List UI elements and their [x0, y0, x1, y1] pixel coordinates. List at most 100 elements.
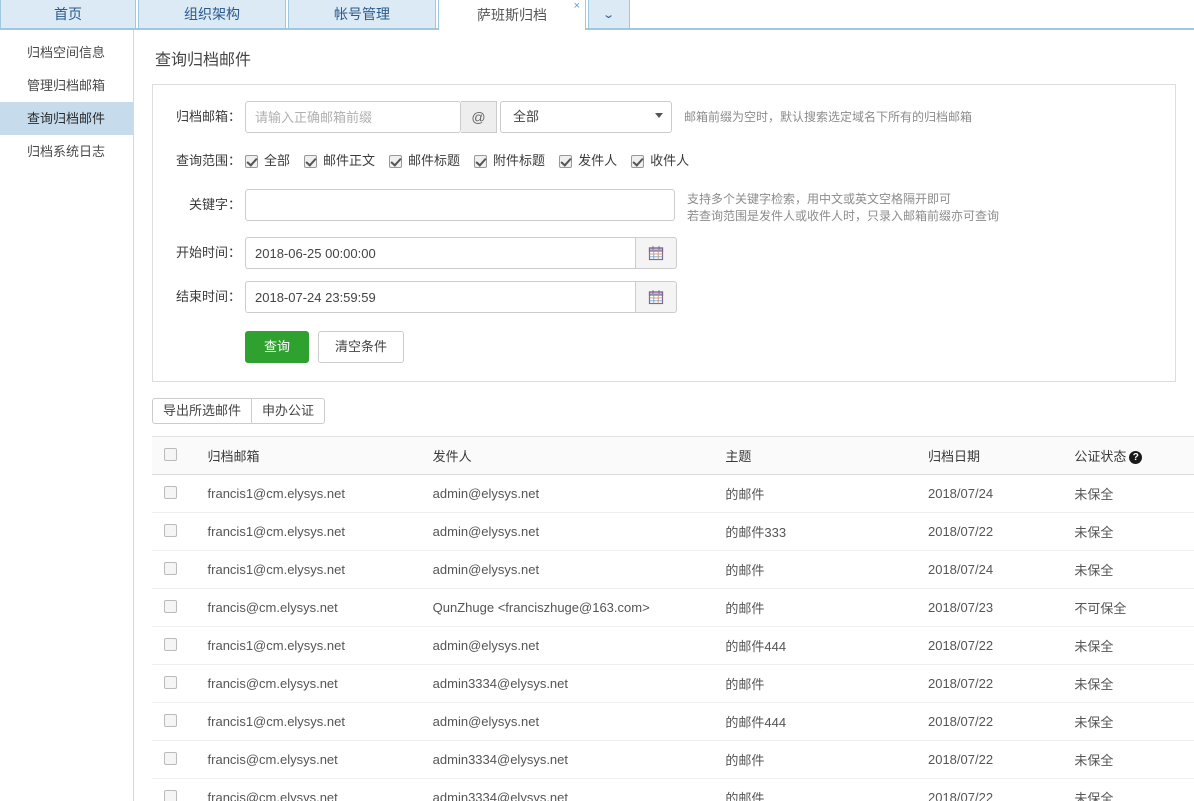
cell-subject: 的邮件	[719, 740, 922, 779]
column-header-date[interactable]: 归档日期	[921, 436, 1069, 475]
cell-date: 2018/07/22	[921, 626, 1069, 665]
tab-3[interactable]: 帐号管理	[288, 0, 436, 28]
table-toolbar: 导出所选邮件 申办公证	[152, 398, 1194, 424]
scope-row: 查询范围： 全部 邮件正文 邮件标题 附件标题 发件人 收件人	[153, 145, 1175, 177]
cell-subject: 的邮件	[719, 550, 922, 589]
row-select-cell	[152, 588, 202, 627]
checkbox-icon[interactable]	[559, 154, 573, 168]
row-checkbox[interactable]	[164, 789, 177, 801]
sidebar-item-2[interactable]: 管理归档邮箱	[0, 69, 133, 102]
scope-label: 查询范围：	[175, 153, 241, 168]
chevron-down-icon: ⌄	[602, 9, 616, 21]
scope-checkbox-4[interactable]: 附件标题	[474, 145, 545, 177]
scope-checkbox-5[interactable]: 发件人	[559, 145, 617, 177]
row-checkbox[interactable]	[164, 751, 177, 765]
cell-subject: 的邮件	[719, 588, 922, 627]
keyword-row: 关键字： 支持多个关键字检索，用中文或英文空格隔开即可 若查询范围是发件人或收件…	[153, 189, 1175, 225]
start-time-label: 开始时间：	[175, 245, 241, 260]
query-submit-button[interactable]: 查询	[245, 331, 310, 363]
keyword-input[interactable]	[245, 189, 675, 221]
cell-status: 未保全	[1068, 740, 1194, 779]
domain-select-wrapper: 全部	[497, 101, 672, 133]
column-header-status[interactable]: 公证状态?	[1068, 436, 1194, 475]
cell-mailbox: francis1@cm.elysys.net	[201, 550, 427, 589]
cell-date: 2018/07/23	[921, 588, 1069, 627]
table-row[interactable]: francis1@cm.elysys.net admin@elysys.net 的邮…	[152, 702, 1194, 741]
close-icon[interactable]: ×	[574, 0, 580, 12]
cell-date: 2018/07/22	[921, 512, 1069, 551]
mailbox-prefix-input[interactable]	[245, 101, 461, 133]
cell-status: 未保全	[1068, 778, 1194, 801]
row-select-cell	[152, 740, 202, 779]
row-select-cell	[152, 550, 202, 589]
row-checkbox[interactable]	[164, 523, 177, 537]
sidebar-item-4[interactable]: 归档系统日志	[0, 135, 133, 168]
row-checkbox[interactable]	[164, 485, 177, 499]
table-row[interactable]: francis1@cm.elysys.net admin@elysys.net 的邮…	[152, 626, 1194, 665]
tab-2[interactable]: 组织架构	[138, 0, 286, 28]
column-header-sender[interactable]: 发件人	[426, 436, 720, 475]
scope-checkbox-6[interactable]: 收件人	[631, 145, 689, 177]
checkbox-icon[interactable]	[631, 154, 645, 168]
mailbox-row: 归档邮箱： @ 全部 邮箱前缀为空时，默认搜索选定域名下所有的归档邮箱	[153, 101, 1175, 133]
scope-checkbox-2[interactable]: 邮件正文	[304, 145, 375, 177]
start-time-row: 开始时间：	[153, 237, 1175, 269]
row-checkbox[interactable]	[164, 561, 177, 575]
start-time-calendar-button[interactable]	[635, 237, 677, 269]
sidebar-item-1[interactable]: 归档空间信息	[0, 36, 133, 69]
domain-select[interactable]: 全部	[500, 101, 672, 133]
cell-subject: 的邮件	[719, 474, 922, 513]
cell-subject: 的邮件	[719, 778, 922, 801]
cell-date: 2018/07/22	[921, 664, 1069, 703]
apply-notarization-button[interactable]: 申办公证	[252, 398, 326, 424]
cell-mailbox: francis1@cm.elysys.net	[201, 626, 427, 665]
row-checkbox[interactable]	[164, 675, 177, 689]
select-all-checkbox[interactable]	[164, 447, 177, 461]
row-checkbox[interactable]	[164, 637, 177, 651]
row-select-cell	[152, 702, 202, 741]
tab-1[interactable]: 首页	[0, 0, 136, 28]
table-row[interactable]: francis1@cm.elysys.net admin@elysys.net 的邮…	[152, 474, 1194, 513]
cell-date: 2018/07/22	[921, 778, 1069, 801]
sidebar-item-label: 查询归档邮件	[27, 111, 106, 126]
end-time-input[interactable]	[245, 281, 635, 313]
help-icon[interactable]: ?	[1129, 451, 1143, 464]
cell-subject: 的邮件444	[719, 702, 922, 741]
row-checkbox[interactable]	[164, 713, 177, 727]
calendar-icon	[648, 246, 664, 261]
tab-label: 萨班斯归档	[477, 7, 547, 23]
clear-conditions-button[interactable]: 清空条件	[318, 331, 405, 363]
checkbox-icon[interactable]	[245, 154, 258, 168]
checkbox-icon[interactable]	[304, 154, 318, 168]
checkbox-icon[interactable]	[389, 154, 403, 168]
scope-checkbox-3[interactable]: 邮件标题	[389, 145, 460, 177]
table-row[interactable]: francis1@cm.elysys.net admin@elysys.net 的邮…	[152, 550, 1194, 589]
table-row[interactable]: francis@cm.elysys.net admin3334@elysys.ne…	[152, 740, 1194, 779]
keyword-hint-line-2: 若查询范围是发件人或收件人时，只录入邮箱前缀亦可查询	[687, 209, 1000, 223]
checkbox-icon[interactable]	[474, 154, 488, 168]
cell-mailbox: francis1@cm.elysys.net	[201, 474, 427, 513]
sidebar-item-3[interactable]: 查询归档邮件	[0, 102, 133, 135]
mailbox-label: 归档邮箱：	[175, 109, 241, 124]
cell-mailbox: francis@cm.elysys.net	[201, 778, 427, 801]
table-row[interactable]: francis@cm.elysys.net QunZhuge <franciszh…	[152, 588, 1194, 627]
scope-checkbox-1[interactable]: 全部	[245, 145, 290, 177]
end-time-calendar-button[interactable]	[635, 281, 677, 313]
start-time-input[interactable]	[245, 237, 635, 269]
column-header-subject[interactable]: 主题	[719, 436, 922, 475]
table-row[interactable]: francis@cm.elysys.net admin3334@elysys.ne…	[152, 664, 1194, 703]
cell-date: 2018/07/24	[921, 474, 1069, 513]
table-row[interactable]: francis1@cm.elysys.net admin@elysys.net 的邮…	[152, 512, 1194, 551]
export-selected-mails-button[interactable]: 导出所选邮件	[152, 398, 253, 424]
cell-status: 未保全	[1068, 512, 1194, 551]
tab-4[interactable]: 萨班斯归档 ×	[438, 0, 586, 30]
table-row[interactable]: francis@cm.elysys.net admin3334@elysys.ne…	[152, 778, 1194, 801]
column-header-status-label: 公证状态	[1074, 449, 1127, 464]
cell-status: 未保全	[1068, 474, 1194, 513]
tab-overflow-dropdown[interactable]: ⌄	[588, 0, 630, 28]
row-checkbox[interactable]	[164, 599, 177, 613]
scope-checkbox-label: 收件人	[650, 153, 690, 168]
cell-subject: 的邮件333	[719, 512, 922, 551]
end-time-label: 结束时间：	[175, 289, 241, 304]
column-header-mailbox[interactable]: 归档邮箱	[201, 436, 427, 475]
